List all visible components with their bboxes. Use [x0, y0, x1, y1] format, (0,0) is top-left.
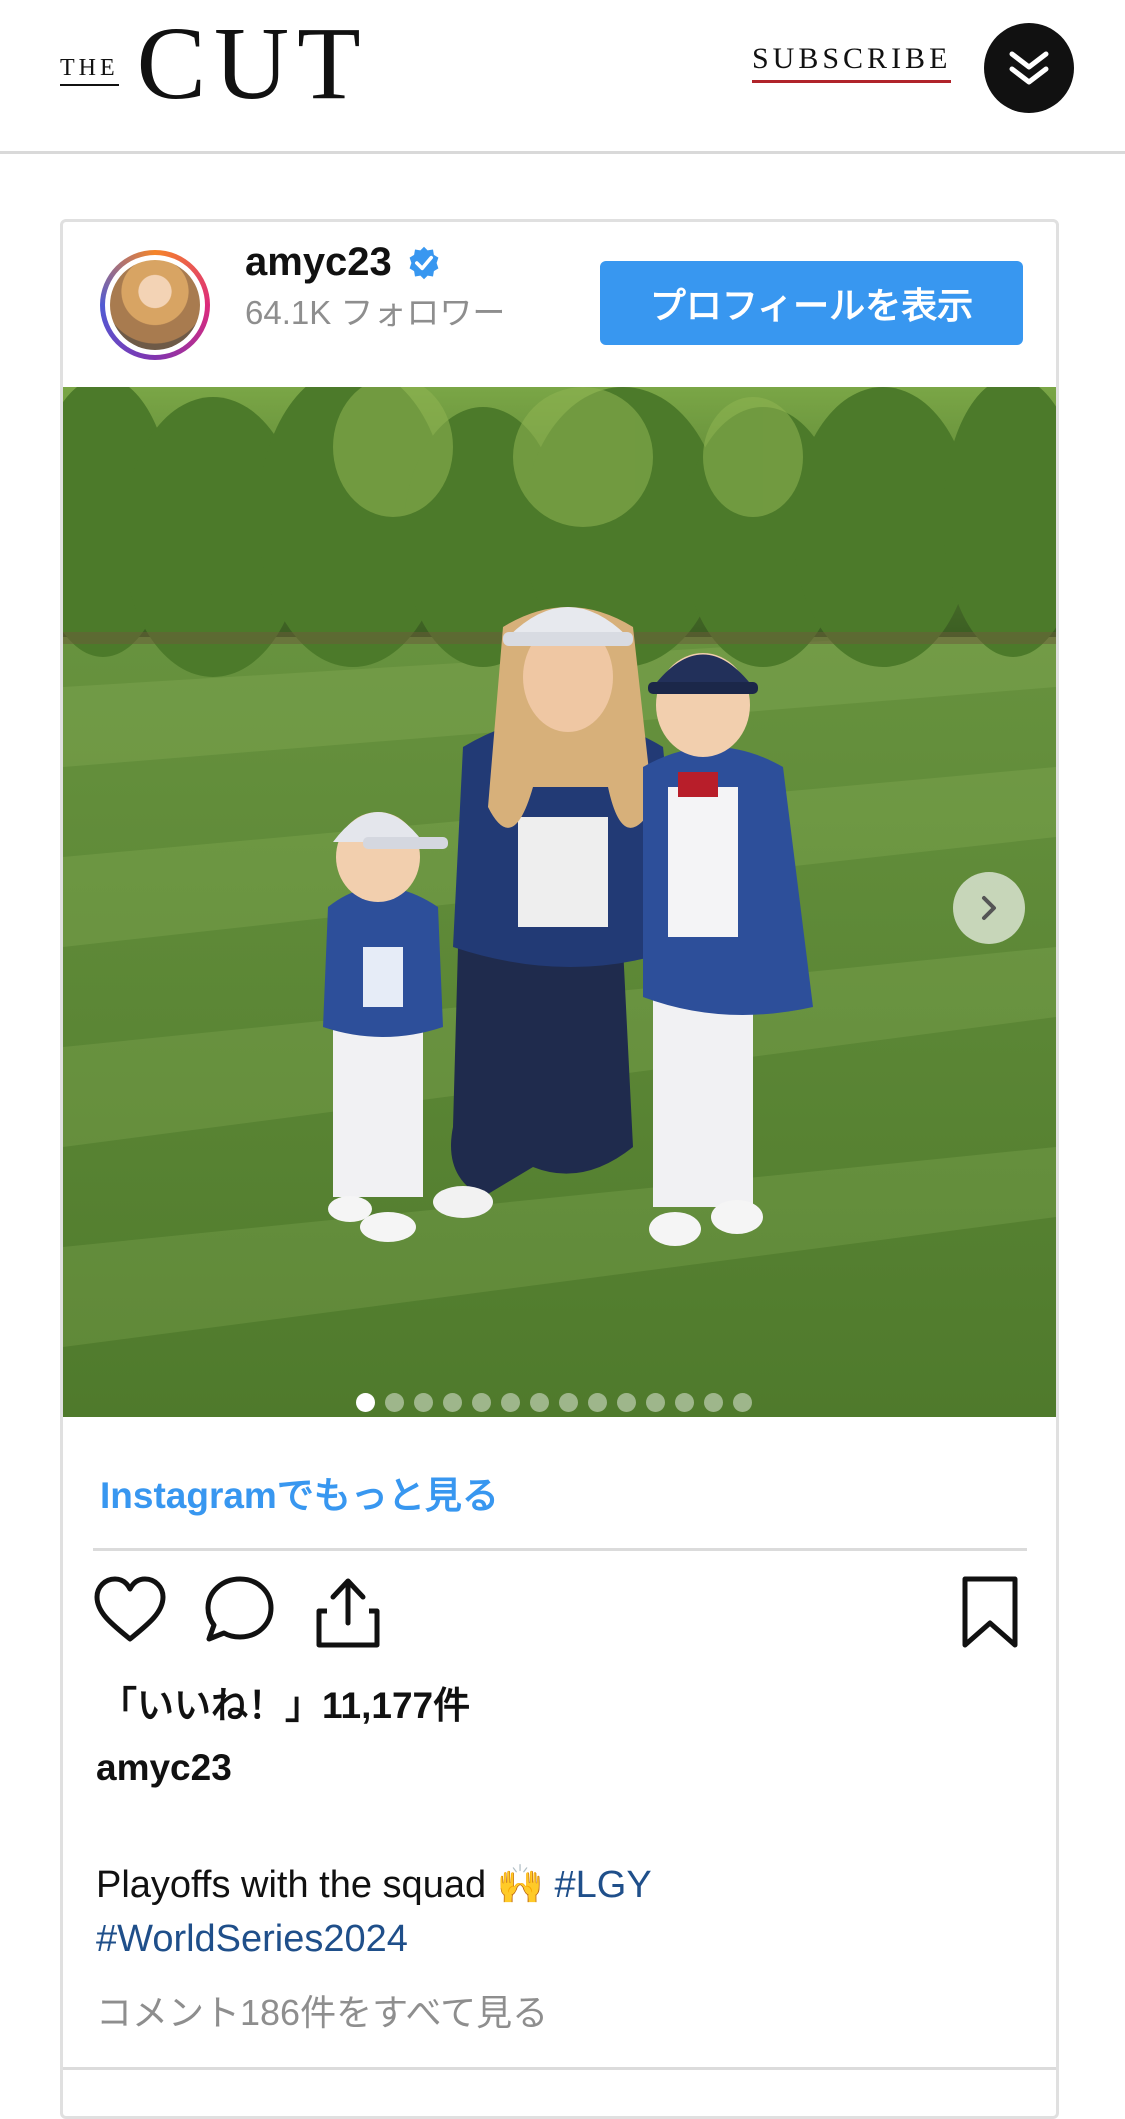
action-bar: [93, 1575, 1027, 1655]
view-more-on-instagram-link[interactable]: Instagramでもっと見る: [100, 1465, 499, 1519]
divider: [63, 2067, 1056, 2070]
subscribe-link[interactable]: SUBSCRIBE: [752, 42, 952, 83]
carousel-dot: [356, 1393, 375, 1412]
double-chevron-down-icon: [1009, 51, 1049, 85]
avatar[interactable]: [100, 250, 210, 360]
embed-header: amyc23 64.1K フォロワー プロフィールを表示: [63, 222, 1056, 387]
instagram-embed: amyc23 64.1K フォロワー プロフィールを表示 Instagramでも…: [60, 219, 1059, 2119]
verified-badge-icon: [409, 246, 439, 279]
carousel-dot: [733, 1393, 752, 1412]
bookmark-icon[interactable]: [959, 1575, 1021, 1649]
caption-body: Playoffs with the squad 🙌: [96, 1864, 555, 1906]
username-row: amyc23: [245, 240, 442, 285]
carousel-dot: [559, 1393, 578, 1412]
follower-count: 64.1K フォロワー: [245, 294, 506, 331]
view-profile-button[interactable]: プロフィールを表示: [600, 261, 1023, 345]
carousel-dot: [530, 1393, 549, 1412]
carousel-dot: [588, 1393, 607, 1412]
logo-cut-text: CUT: [136, 6, 369, 121]
site-header: THE CUT SUBSCRIBE: [0, 0, 1125, 154]
carousel-dot: [472, 1393, 491, 1412]
chevron-right-icon: [982, 896, 996, 920]
carousel-dot: [675, 1393, 694, 1412]
logo-the-text: THE: [60, 55, 119, 86]
heart-icon[interactable]: [93, 1575, 167, 1645]
carousel-dots: [356, 1393, 752, 1412]
carousel-dot: [443, 1393, 462, 1412]
menu-button[interactable]: [984, 23, 1074, 113]
share-icon[interactable]: [313, 1575, 383, 1649]
caption-username[interactable]: amyc23: [96, 1747, 232, 1789]
hashtag-link[interactable]: #LGY: [555, 1864, 652, 1906]
post-image[interactable]: [63, 387, 1056, 1417]
carousel-next-button[interactable]: [953, 872, 1025, 944]
carousel-dot: [617, 1393, 636, 1412]
hashtag-link[interactable]: #WorldSeries2024: [96, 1918, 408, 1960]
carousel-dot: [501, 1393, 520, 1412]
carousel-dot: [414, 1393, 433, 1412]
like-count[interactable]: 「いいね！」11,177件: [100, 1675, 470, 1729]
carousel-dot: [385, 1393, 404, 1412]
carousel-dot: [704, 1393, 723, 1412]
carousel-dot: [646, 1393, 665, 1412]
caption-text: Playoffs with the squad 🙌 #LGY #WorldSer…: [96, 1858, 996, 1966]
comment-icon[interactable]: [203, 1575, 277, 1645]
username[interactable]: amyc23: [245, 240, 392, 285]
avatar-image: [110, 260, 200, 350]
divider: [93, 1548, 1027, 1551]
site-logo[interactable]: THE CUT: [60, 12, 369, 116]
view-all-comments-link[interactable]: コメント186件をすべて見る: [96, 1984, 548, 2036]
